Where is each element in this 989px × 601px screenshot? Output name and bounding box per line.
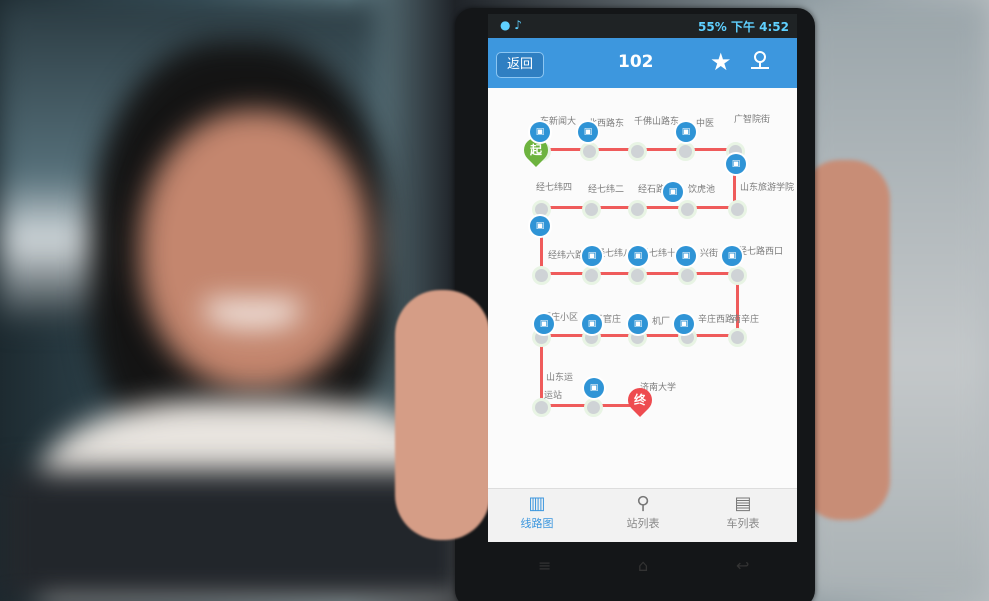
back-button[interactable]: 返回 [496,52,544,78]
tab-label: 车列表 [726,517,760,530]
am-pm: 下午 [730,20,755,34]
bus-stop[interactable] [678,200,697,219]
station-label: 兴街 [700,249,719,259]
bus-stop[interactable] [728,266,747,285]
bus-icon[interactable]: ▣ [530,122,550,142]
bus-stop[interactable] [728,328,747,347]
bus-icon[interactable]: ▣ [530,216,550,236]
bus-icon[interactable]: ▣ [663,182,683,202]
thumb [395,290,490,540]
bus-icon[interactable]: ▣ [578,122,598,142]
tab-station-list[interactable]: ⚲ 站列表 [598,493,688,531]
station-label: 机厂 [652,317,671,327]
bus-stop[interactable] [582,266,601,285]
clock: 4:52 [759,20,789,34]
bus-stop[interactable] [628,266,647,285]
bus-stop[interactable] [582,200,601,219]
tab-bus-list[interactable]: ▤ 车列表 [698,493,788,531]
phone-screen: ● ♪ 55% 下午 4:52 返回 102 ★ 东新闻大 北西路东 千佛山路东… [488,14,797,542]
bus-icon[interactable]: ▣ [676,122,696,142]
home-icon[interactable]: ⌂ [638,556,648,575]
status-right: 55% 下午 4:52 [698,18,789,35]
route-map: 东新闻大 北西路东 千佛山路东 中医 广智院街 经七纬四 经七纬二 经石路 饮虎… [488,88,797,488]
battery-level: 55% [698,20,727,34]
person-smile [205,300,300,328]
bus-icon[interactable]: ▣ [726,154,746,174]
bus-stop[interactable] [584,398,603,417]
station-label: 千佛山路东 [634,117,680,127]
start-label: 起 [529,143,542,157]
station-label: 山东运 [546,373,574,383]
station-label: 经七路西口 [738,247,784,257]
android-nav-bar: ≡ ⌂ ↩ [488,544,797,594]
bus-stop[interactable] [728,200,747,219]
bus-stop[interactable] [676,142,695,161]
tab-label: 站列表 [626,517,660,530]
bus-icon: ▤ [734,493,752,514]
person-face [140,110,370,390]
route-number: 102 [618,52,654,72]
bus-icon[interactable]: ▣ [582,314,602,334]
station-label: 南辛庄 [732,315,760,325]
bus-stop[interactable] [628,142,647,161]
map-icon: ▥ [528,493,546,514]
bus-icon[interactable]: ▣ [582,246,602,266]
title-bar: 返回 102 ★ [488,38,797,88]
station-label: 中医 [696,119,715,129]
location-pin-icon: ⚲ [636,493,650,514]
map-location-icon[interactable] [748,48,772,72]
bus-icon[interactable]: ▣ [722,246,742,266]
bus-icon[interactable]: ▣ [534,314,554,334]
bus-icon[interactable]: ▣ [584,378,604,398]
end-marker: 终 [623,383,657,417]
station-label: 经七纬四 [536,183,573,193]
station-label: 辛庄西路 [698,315,735,325]
photo-scene: ● ♪ 55% 下午 4:52 返回 102 ★ 东新闻大 北西路东 千佛山路东… [0,0,989,601]
station-label: 饮虎池 [688,185,716,195]
status-bar: ● ♪ 55% 下午 4:52 [488,14,797,38]
status-icons: ● ♪ [500,18,522,32]
bottom-tab-bar: ▥ 线路图 ⚲ 站列表 ▤ 车列表 [488,488,797,542]
bus-icon[interactable]: ▣ [628,314,648,334]
tab-route-map[interactable]: ▥ 线路图 [492,493,582,531]
station-label: 经纬六路 [548,251,585,261]
menu-icon[interactable]: ≡ [538,556,551,575]
end-label: 终 [633,393,646,407]
bus-icon[interactable]: ▣ [628,246,648,266]
bus-stop[interactable] [628,200,647,219]
back-icon[interactable]: ↩ [736,556,749,575]
bus-icon[interactable]: ▣ [676,246,696,266]
bus-stop[interactable] [678,266,697,285]
station-label: 运站 [544,391,563,401]
star-icon[interactable]: ★ [710,48,732,76]
tab-label: 线路图 [520,517,554,530]
station-label: 广智院街 [734,115,771,125]
bus-stop[interactable] [580,142,599,161]
station-label: 山东旅游学院 [740,183,795,193]
station-label: 经石路 [638,185,666,195]
bus-stop[interactable] [532,266,551,285]
station-label: 经七纬二 [588,185,625,195]
bus-icon[interactable]: ▣ [674,314,694,334]
